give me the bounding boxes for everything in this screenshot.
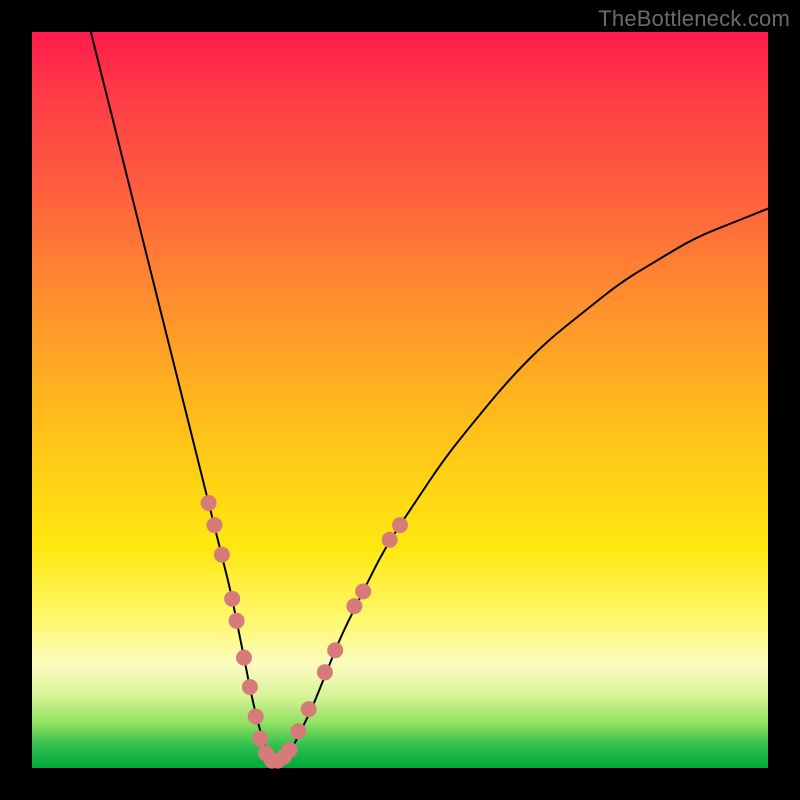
highlight-point: [242, 679, 258, 695]
highlight-point: [382, 532, 398, 548]
highlight-point: [355, 583, 371, 599]
highlight-point: [392, 517, 408, 533]
curve-svg: [32, 32, 768, 768]
highlight-point: [224, 591, 240, 607]
highlight-point: [207, 517, 223, 533]
plot-area: [32, 32, 768, 768]
highlight-point: [327, 642, 343, 658]
highlight-point: [248, 709, 264, 725]
bottleneck-curve: [91, 32, 768, 761]
highlight-point: [252, 731, 268, 747]
highlight-point: [346, 598, 362, 614]
highlight-point: [201, 495, 217, 511]
highlight-point: [290, 723, 306, 739]
highlight-point: [229, 613, 245, 629]
highlight-point: [317, 664, 333, 680]
watermark-text: TheBottleneck.com: [598, 6, 790, 32]
chart-frame: TheBottleneck.com: [0, 0, 800, 800]
highlight-point: [236, 650, 252, 666]
highlight-point: [282, 742, 298, 758]
highlight-point: [301, 701, 317, 717]
highlight-points: [201, 495, 408, 769]
highlight-point: [214, 547, 230, 563]
